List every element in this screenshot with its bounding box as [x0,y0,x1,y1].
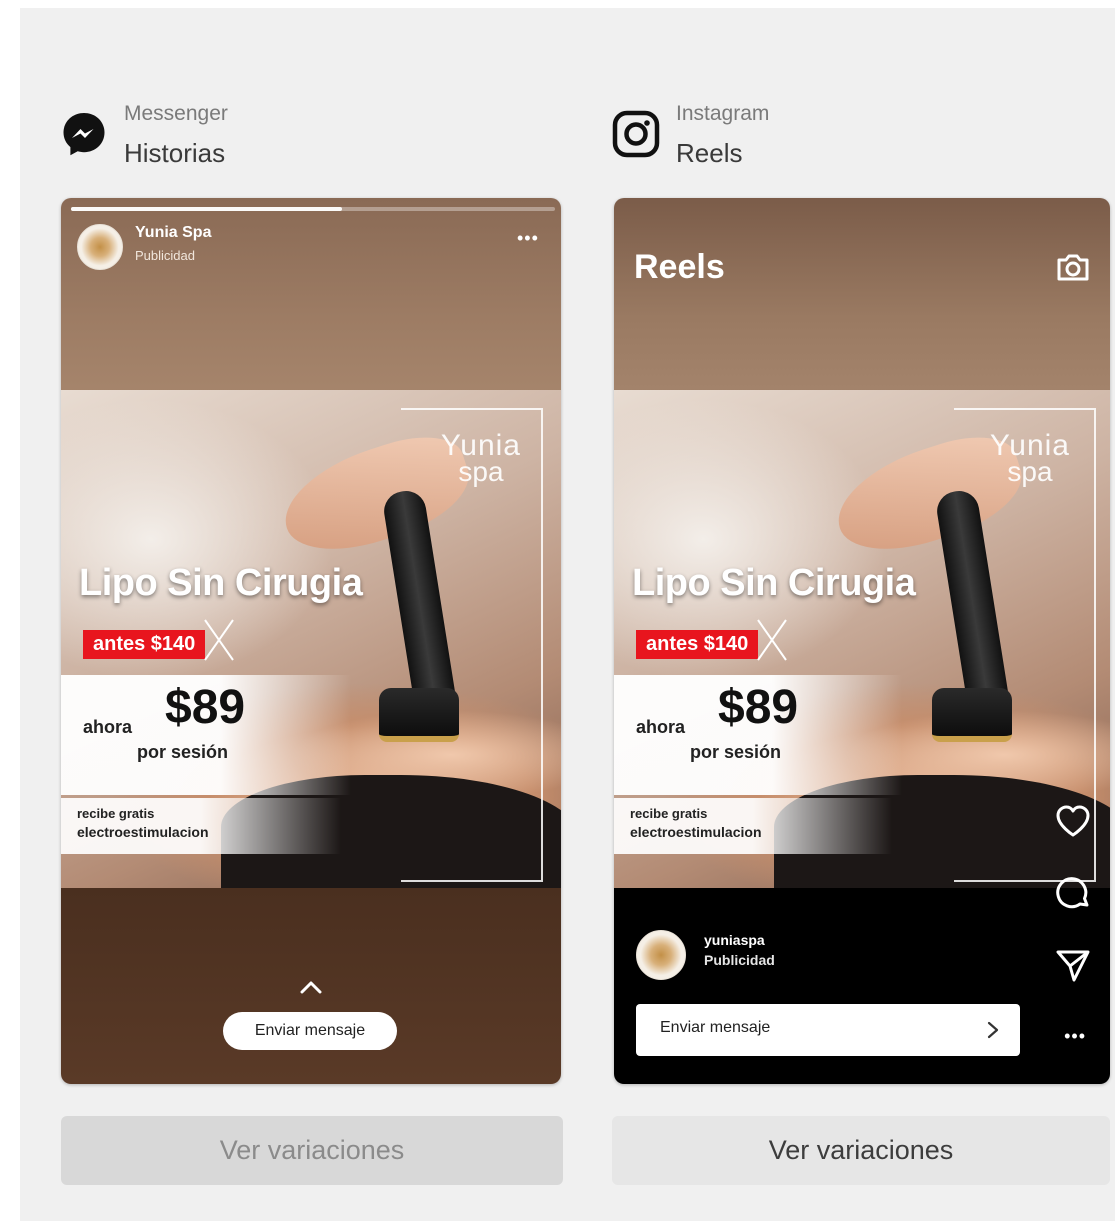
placement-platform: Instagram [676,102,770,125]
bonus-line-1: recibe gratis [77,806,155,821]
bonus-line-2: electroestimulacion [77,824,209,840]
story-progress-bar [71,207,555,211]
more-options-icon[interactable]: ••• [517,228,539,249]
sponsored-label: Publicidad [135,248,195,263]
creative-headline: Lipo Sin Cirugia [79,562,363,604]
now-label: ahora [636,717,686,737]
instagram-reels-preview[interactable]: Reels Yunia spa Lipo Sin Cirugia antes $… [614,198,1110,1084]
messenger-icon [63,113,105,156]
advertiser-avatar [77,224,123,270]
strike-x-icon [757,619,787,661]
view-variations-button-instagram[interactable]: Ver variaciones [612,1116,1110,1185]
advertiser-avatar [636,930,686,980]
more-icon[interactable]: ••• [1064,1026,1086,1047]
placement-header-messenger: Messenger Historias [60,98,360,168]
now-label: ahora [83,717,133,737]
heart-icon[interactable] [1054,802,1092,840]
creative-logo: Yunia spa [440,429,521,487]
placement-header-instagram: Instagram Reels [612,98,912,168]
before-price-badge: antes $140 [636,630,759,659]
placement-platform: Messenger [124,102,228,125]
reels-title: Reels [634,248,725,286]
story-progress-fill [71,207,343,211]
creative-headline: Lipo Sin Cirugia [632,562,916,604]
sponsored-label: Publicidad [704,952,775,968]
send-message-button[interactable]: Enviar mensaje [223,1012,397,1050]
price: $89 [718,681,799,734]
placement-format: Historias [124,138,226,168]
bonus-line-1: recibe gratis [630,806,708,821]
advertiser-name: Yunia Spa [135,224,212,241]
bonus-line-2: electroestimulacion [630,824,762,840]
send-message-label: Enviar mensaje [660,1019,771,1036]
send-message-button[interactable]: Enviar mensaje [636,1004,1020,1056]
per-session-label: por sesión [137,742,229,762]
strike-x-icon [204,619,234,661]
before-price-badge: antes $140 [83,630,206,659]
chevron-right-icon [987,1021,999,1039]
advertiser-name: yuniaspa [704,932,765,948]
logo-line-1: Yunia [440,429,521,462]
price: $89 [165,681,246,734]
per-session-label: por sesión [690,742,782,762]
instagram-icon [612,110,660,158]
chevron-up-icon[interactable] [299,980,323,994]
logo-line-2: spa [458,456,504,487]
placement-format: Reels [676,138,743,168]
view-variations-button-messenger[interactable]: Ver variaciones [61,1116,563,1185]
logo-line-1: Yunia [989,429,1070,462]
share-icon[interactable] [1054,946,1092,984]
camera-icon[interactable] [1054,248,1092,286]
logo-line-2: spa [1007,456,1053,487]
ad-creative: Yunia spa Lipo Sin Cirugia antes $140 ah… [61,390,561,888]
creative-logo: Yunia spa [989,429,1070,487]
comment-icon[interactable] [1054,874,1092,912]
messenger-story-preview[interactable]: Yunia Spa Publicidad ••• Yunia spa Lipo … [61,198,561,1084]
ad-creative: Yunia spa Lipo Sin Cirugia antes $140 ah… [614,390,1110,888]
